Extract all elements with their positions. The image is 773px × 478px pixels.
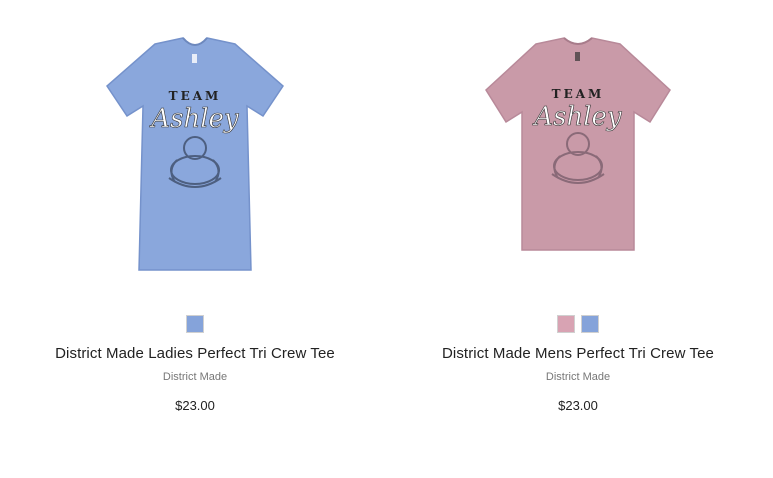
product-card[interactable]: TEAM Ashley District Made Mens Perfect T… <box>383 0 773 478</box>
color-swatches <box>383 315 773 333</box>
color-swatches <box>0 315 390 333</box>
product-card[interactable]: TEAM Ashley District Made Ladies Perfect… <box>0 0 390 478</box>
product-brand: District Made <box>162 371 228 383</box>
product-title[interactable]: District Made Mens Perfect Tri Crew Tee <box>383 345 773 362</box>
print-name-text: Ashley <box>149 104 239 134</box>
color-swatch-blue[interactable] <box>581 315 599 333</box>
color-swatch-blue[interactable] <box>186 315 204 333</box>
ladies-tshirt-icon: TEAM Ashley <box>106 37 284 271</box>
product-brand: District Made <box>545 371 611 383</box>
print-name-text: Ashley <box>532 102 622 132</box>
print-team-text: TEAM <box>169 89 222 103</box>
product-price: $23.00 <box>175 398 215 413</box>
product-grid: TEAM Ashley District Made Ladies Perfect… <box>0 0 773 478</box>
product-price: $23.00 <box>558 398 598 413</box>
product-title[interactable]: District Made Ladies Perfect Tri Crew Te… <box>0 345 390 362</box>
print-team-text: TEAM <box>552 87 605 101</box>
product-image[interactable]: TEAM Ashley <box>0 30 390 290</box>
color-swatch-pink[interactable] <box>557 315 575 333</box>
product-image[interactable]: TEAM Ashley <box>383 30 773 290</box>
mens-tshirt-icon: TEAM Ashley <box>485 37 671 251</box>
